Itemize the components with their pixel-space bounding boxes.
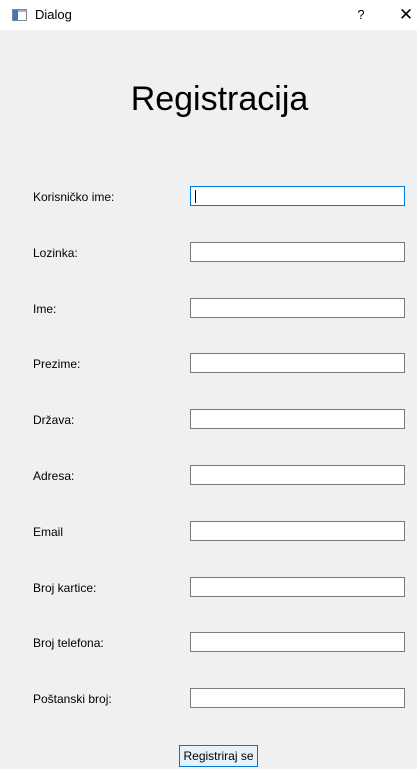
card-number-label: Broj kartice: bbox=[33, 581, 97, 595]
username-label: Korisničko ime: bbox=[33, 190, 115, 204]
country-input[interactable] bbox=[190, 409, 405, 429]
form-row-password: Lozinka: bbox=[0, 242, 417, 264]
text-caret bbox=[195, 190, 196, 203]
help-button[interactable]: ? bbox=[351, 4, 371, 26]
form-row-country: Država: bbox=[0, 409, 417, 431]
first-name-label: Ime: bbox=[33, 302, 57, 316]
form-row-card-number: Broj kartice: bbox=[0, 577, 417, 599]
last-name-label: Prezime: bbox=[33, 357, 81, 371]
form-row-postal-code: Poštanski broj: bbox=[0, 688, 417, 710]
postal-code-label: Poštanski broj: bbox=[33, 692, 112, 706]
form-row-username: Korisničko ime: bbox=[0, 186, 417, 208]
postal-code-input[interactable] bbox=[190, 688, 405, 708]
page-title: Registracija bbox=[130, 80, 309, 118]
country-label: Država: bbox=[33, 413, 75, 427]
last-name-input[interactable] bbox=[190, 353, 405, 373]
form-row-last-name: Prezime: bbox=[0, 353, 417, 375]
address-input[interactable] bbox=[190, 465, 405, 485]
username-input[interactable] bbox=[190, 186, 405, 206]
app-window-icon bbox=[12, 9, 27, 21]
form-row-phone: Broj telefona: bbox=[0, 632, 417, 654]
email-input[interactable] bbox=[190, 521, 405, 541]
window-title: Dialog bbox=[35, 7, 72, 22]
form-row-first-name: Ime: bbox=[0, 298, 417, 320]
phone-input[interactable] bbox=[190, 632, 405, 652]
card-number-input[interactable] bbox=[190, 577, 405, 597]
email-label: Email bbox=[33, 525, 64, 539]
password-label: Lozinka: bbox=[33, 246, 78, 260]
address-label: Adresa: bbox=[33, 469, 75, 483]
password-input[interactable] bbox=[190, 242, 405, 262]
first-name-input[interactable] bbox=[190, 298, 405, 318]
form-row-address: Adresa: bbox=[0, 465, 417, 487]
title-bar: Dialog ? ✕ bbox=[0, 0, 417, 30]
form-row-email: Email bbox=[0, 521, 417, 543]
close-button[interactable]: ✕ bbox=[396, 4, 416, 26]
register-button[interactable]: Registriraj se bbox=[179, 745, 258, 767]
phone-label: Broj telefona: bbox=[33, 636, 104, 650]
